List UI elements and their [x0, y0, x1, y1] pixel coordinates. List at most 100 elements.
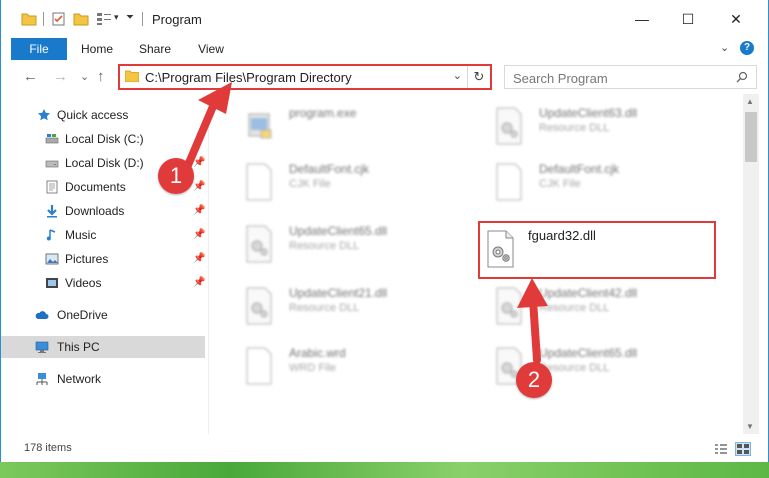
forward-button[interactable]: → [53, 68, 68, 85]
dll-file-icon [246, 225, 272, 263]
file-name: UpdateClient65.dll [289, 224, 388, 238]
file-name: UpdateClient21.dll [289, 286, 388, 300]
blank-file-icon [246, 347, 272, 385]
documents-icon [46, 180, 58, 194]
folder-icon[interactable] [21, 11, 37, 27]
file-item[interactable]: UpdateClient63.dll Resource DLL [471, 100, 711, 150]
file-item[interactable]: DefaultFont.cjk CJK File [471, 156, 711, 206]
music-icon [46, 229, 56, 241]
sidebar-item-label: Quick access [57, 108, 129, 122]
file-type: Resource DLL [539, 122, 610, 134]
file-item[interactable]: DefaultFont.cjk CJK File [221, 156, 461, 206]
pin-icon[interactable]: 📌 [193, 229, 205, 240]
pin-icon[interactable]: 📌 [193, 181, 205, 192]
downloads-icon [47, 205, 57, 218]
sidebar-item-label: Network [57, 372, 102, 386]
sidebar-item-music[interactable]: Music 📌 [1, 224, 205, 246]
navigation-pane: Quick access Local Disk (C:) Local Disk … [1, 94, 209, 434]
folder-icon [125, 70, 139, 82]
view-options-icon[interactable] [96, 11, 112, 27]
sidebar-item-videos[interactable]: Videos 📌 [1, 272, 205, 294]
sidebar-item-quick-access[interactable]: Quick access [1, 104, 205, 126]
address-dropdown-icon[interactable]: ⌄ [453, 69, 462, 82]
help-icon[interactable]: ? [740, 41, 754, 55]
file-type: Resource DLL [289, 302, 360, 314]
file-name: DefaultFont.cjk [289, 162, 370, 176]
window-title: Program [152, 12, 202, 27]
status-bar: 178 items [1, 434, 768, 462]
large-icons-view-icon[interactable] [735, 442, 751, 456]
pin-icon[interactable]: 📌 [193, 157, 205, 168]
view-dropdown-icon[interactable]: ▾ [114, 12, 119, 23]
expand-ribbon-icon[interactable]: ⌄ [720, 41, 729, 54]
sidebar-item-downloads[interactable]: Downloads 📌 [1, 200, 205, 222]
file-item[interactable]: UpdateClient65.dll Resource DLL [471, 340, 711, 390]
tab-home[interactable]: Home [75, 38, 119, 60]
navigation-bar: ← → ⌄ ↑ C:\Program Files\Program Directo… [1, 60, 768, 94]
sidebar-item-this-pc[interactable]: This PC [1, 336, 205, 358]
recent-locations-icon[interactable]: ⌄ [80, 70, 89, 83]
network-icon [36, 373, 48, 385]
file-name: UpdateClient42.dll [539, 286, 638, 300]
file-type: CJK File [539, 178, 581, 190]
file-name: UpdateClient65.dll [539, 346, 638, 360]
title-separator [142, 12, 143, 26]
minimize-button[interactable]: — [619, 0, 665, 38]
search-icon[interactable] [736, 71, 748, 83]
sidebar-item-label: Music [65, 228, 97, 242]
highlighted-file-item[interactable]: fguard32.dll [478, 221, 716, 279]
videos-icon [46, 278, 58, 288]
customize-toolbar-icon[interactable]: ⏷ [126, 12, 134, 23]
file-name: Arabic.wrd [289, 346, 346, 360]
tab-view[interactable]: View [191, 38, 231, 60]
sidebar-item-label: Pictures [65, 252, 109, 266]
file-item[interactable]: UpdateClient65.dll Resource DLL [221, 218, 461, 268]
search-input[interactable] [505, 66, 735, 90]
sidebar-item-onedrive[interactable]: OneDrive [1, 304, 205, 326]
explorer-window: ▾ ⏷ Program — ☐ ✕ File Home Share View ⌄… [0, 0, 769, 478]
back-button[interactable]: ← [23, 68, 38, 85]
star-icon [38, 109, 50, 121]
dll-file-icon [496, 107, 522, 145]
close-button[interactable]: ✕ [713, 0, 759, 38]
file-item[interactable]: Arabic.wrd WRD File [221, 340, 461, 390]
pin-icon[interactable]: 📌 [193, 205, 205, 216]
sidebar-item-network[interactable]: Network [1, 368, 205, 390]
scroll-up-icon[interactable]: ▲ [746, 97, 754, 106]
search-box[interactable] [504, 65, 757, 90]
file-name: program.exe [289, 106, 357, 120]
new-folder-icon[interactable] [73, 11, 89, 27]
pictures-icon [45, 253, 59, 265]
title-separator [43, 12, 44, 26]
tab-file[interactable]: File [11, 38, 67, 60]
sidebar-item-label: Local Disk (D:) [65, 156, 144, 170]
scrollbar-thumb[interactable] [745, 112, 757, 162]
pin-icon[interactable]: 📌 [193, 277, 205, 288]
address-path[interactable]: C:\Program Files\Program Directory [145, 70, 352, 85]
file-item[interactable]: program.exe [221, 100, 461, 150]
sidebar-item-label: Local Disk (C:) [65, 132, 144, 146]
details-view-icon[interactable] [714, 443, 728, 455]
tab-share[interactable]: Share [133, 38, 177, 60]
sidebar-item-pictures[interactable]: Pictures 📌 [1, 248, 205, 270]
step-badge-2: 2 [516, 362, 552, 398]
pane-divider[interactable] [208, 94, 209, 434]
file-item[interactable]: UpdateClient42.dll Resource DLL [471, 280, 711, 330]
address-bar[interactable]: C:\Program Files\Program Directory ⌄ ↻ [118, 64, 492, 90]
sidebar-item-label: Documents [65, 180, 126, 194]
pin-icon[interactable]: 📌 [193, 253, 205, 264]
dll-file-icon [496, 287, 522, 325]
sidebar-item-label: OneDrive [57, 308, 108, 322]
file-item[interactable]: UpdateClient21.dll Resource DLL [221, 280, 461, 330]
refresh-button[interactable]: ↻ [467, 66, 490, 88]
properties-icon[interactable] [51, 11, 67, 27]
sidebar-item-local-disk-c[interactable]: Local Disk (C:) [1, 128, 205, 150]
up-button[interactable]: ↑ [97, 68, 105, 85]
scroll-down-icon[interactable]: ▼ [746, 422, 754, 431]
sidebar-item-label: This PC [57, 340, 100, 354]
blank-file-icon [246, 163, 272, 201]
vertical-scrollbar[interactable]: ▲ ▼ [743, 94, 759, 434]
maximize-button[interactable]: ☐ [665, 0, 711, 38]
file-name: fguard32.dll [528, 228, 596, 243]
sidebar-item-label: Videos [65, 276, 102, 290]
